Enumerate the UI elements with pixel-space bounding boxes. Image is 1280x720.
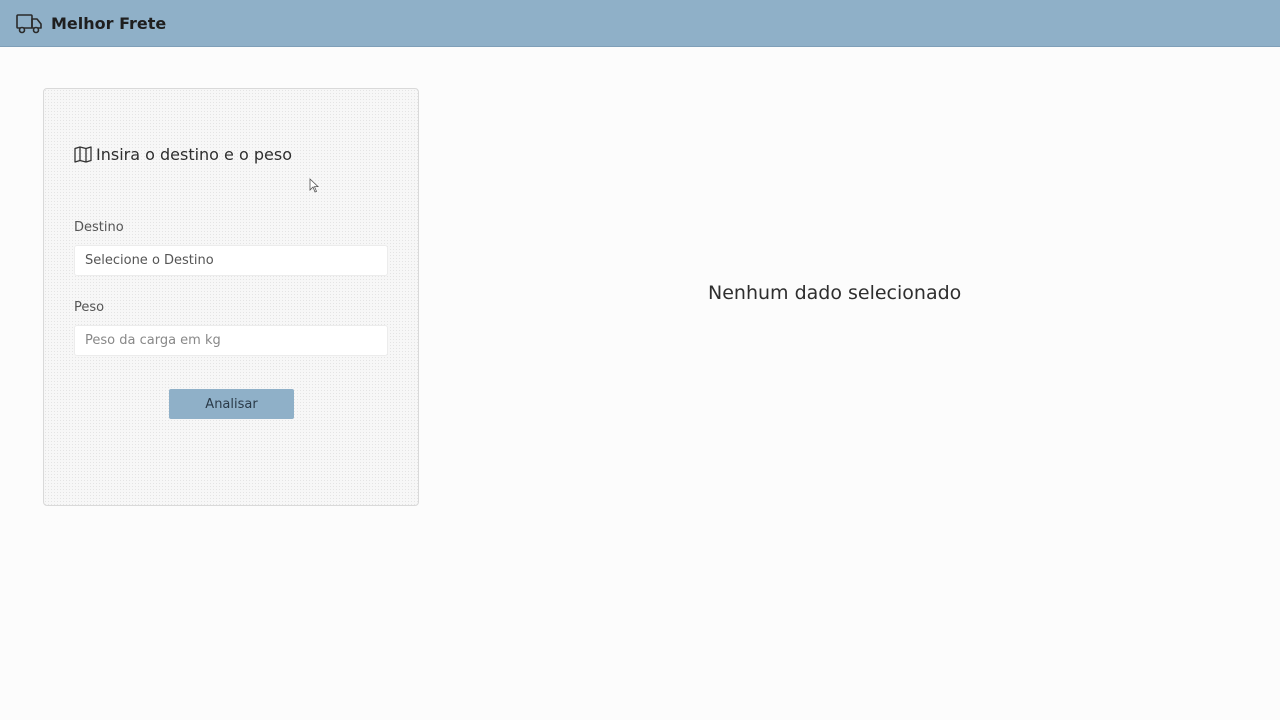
map-icon <box>74 146 92 163</box>
peso-label: Peso <box>74 300 105 315</box>
form-title: Insira o destino e o peso <box>74 145 292 164</box>
mouse-cursor-icon <box>309 178 319 193</box>
analisar-button[interactable]: Analisar <box>169 389 294 419</box>
destino-select-text: Selecione o Destino <box>85 253 214 268</box>
form-card: Insira o destino e o peso Destino Seleci… <box>43 88 419 506</box>
destino-select[interactable]: Selecione o Destino <box>74 245 388 276</box>
brand-link[interactable]: Melhor Frete <box>16 12 166 34</box>
peso-input[interactable] <box>74 325 388 356</box>
empty-results-message: Nenhum dado selecionado <box>708 282 962 304</box>
truck-icon <box>16 14 42 34</box>
form-title-text: Insira o destino e o peso <box>96 145 292 164</box>
destino-label: Destino <box>74 220 124 235</box>
app-title: Melhor Frete <box>51 13 167 33</box>
app-header: Melhor Frete <box>0 0 1280 47</box>
